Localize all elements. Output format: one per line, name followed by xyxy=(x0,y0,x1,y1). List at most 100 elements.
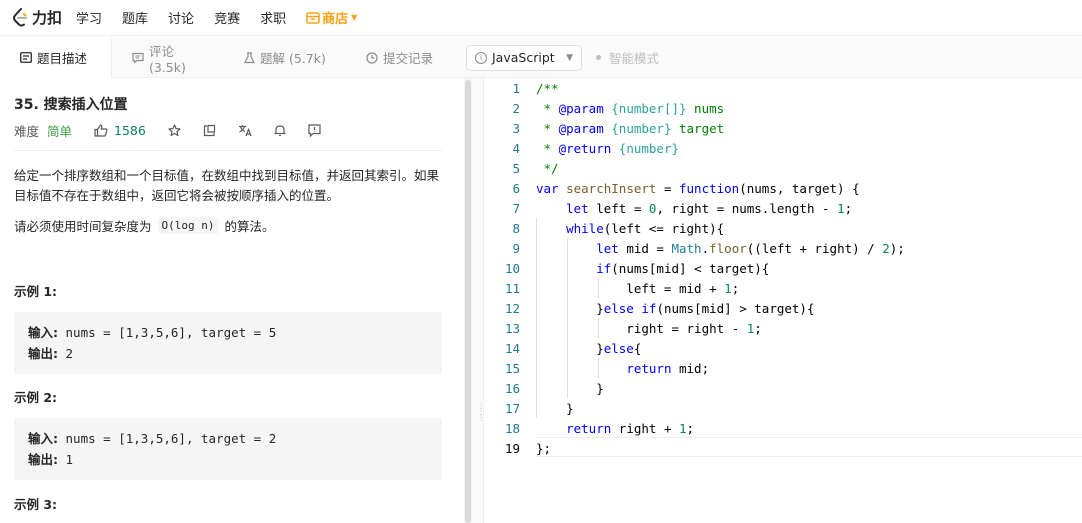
code-line[interactable]: while(left <= right){ xyxy=(536,221,724,236)
example-1-output: 2 xyxy=(65,346,74,361)
pane-splitter[interactable]: ⋮ ⋮ ⋮ xyxy=(472,78,485,523)
current-line-highlight xyxy=(536,437,1082,457)
code-line[interactable]: } xyxy=(536,401,574,416)
nav-item-problems[interactable]: 题库 xyxy=(122,8,148,27)
line-number: 16 xyxy=(504,381,520,396)
problem-statement: 给定一个排序数组和一个目标值，在数组中找到目标值，并返回其索引。如果目标值不存在… xyxy=(14,168,440,203)
nav-item-contest[interactable]: 竞赛 xyxy=(214,8,240,27)
code-line[interactable]: * @return {number} xyxy=(536,141,680,156)
example-2-input: nums = [1,3,5,6], target = 2 xyxy=(65,431,277,446)
like-count: 1586 xyxy=(114,123,146,138)
language-value: JavaScript xyxy=(492,50,555,65)
code-line[interactable]: }; xyxy=(536,441,551,456)
flask-icon xyxy=(244,51,255,64)
line-number: 14 xyxy=(504,341,520,356)
line-number: 6 xyxy=(512,181,520,196)
difficulty-badge: 简单 xyxy=(47,124,73,139)
code-line[interactable]: let left = 0, right = nums.length - 1; xyxy=(536,201,852,216)
tab-submissions-label: 提交记录 xyxy=(383,51,434,66)
feedback-icon[interactable] xyxy=(308,124,321,137)
code-line[interactable]: }else{ xyxy=(536,341,641,356)
complexity-code: O(log n) xyxy=(157,217,219,234)
logo-text: 力扣 xyxy=(32,9,63,27)
code-line[interactable]: return mid; xyxy=(536,361,709,376)
chevron-down-icon: ▼ xyxy=(351,13,358,22)
difficulty-label: 难度 xyxy=(14,124,40,139)
example-1-title: 示例 1: xyxy=(14,284,58,299)
line-number: 4 xyxy=(512,141,520,156)
line-number: 8 xyxy=(512,221,520,236)
code-line[interactable]: */ xyxy=(536,161,559,176)
line-number: 3 xyxy=(512,121,520,136)
code-line[interactable]: let mid = Math.floor((left + right) / 2)… xyxy=(536,241,905,256)
line-number-gutter: 1 2 3 4 5 6 7 8 9 10 11 12 13 14 15 16 17 18 19 xyxy=(484,78,528,523)
input-label: 输入: xyxy=(28,325,58,340)
status-dot xyxy=(596,55,601,60)
code-editor[interactable]: 1 2 3 4 5 6 7 8 9 10 11 12 13 14 15 16 17 18 19 /** * @par… xyxy=(484,78,1082,523)
line-number: 2 xyxy=(512,101,520,116)
example-2-output: 1 xyxy=(65,452,74,467)
code-line[interactable]: } xyxy=(536,381,604,396)
bell-icon[interactable] xyxy=(274,124,286,137)
tab-submissions[interactable]: 提交记录 xyxy=(346,38,476,78)
chevron-down-icon: ▼ xyxy=(566,52,573,63)
output-label: 输出: xyxy=(28,346,58,361)
line-number: 9 xyxy=(512,241,520,256)
nav-item-learn[interactable]: 学习 xyxy=(76,8,102,27)
divider xyxy=(14,150,442,151)
store-icon xyxy=(306,11,320,24)
line-number: 12 xyxy=(504,301,520,316)
problem-meta: 难度 简单 1586 xyxy=(14,121,321,140)
tab-comments[interactable]: 评论 (3.5k) xyxy=(112,38,224,78)
code-line[interactable]: /** xyxy=(536,81,559,96)
code-line[interactable]: var searchInsert = function(nums, target… xyxy=(536,181,860,196)
line-number: 17 xyxy=(504,401,520,416)
line-number: 5 xyxy=(512,161,520,176)
tab-solutions[interactable]: 题解 (5.7k) xyxy=(224,38,346,78)
example-3-title: 示例 3: xyxy=(14,497,58,512)
clock-icon xyxy=(366,51,378,64)
input-label: 输入: xyxy=(28,431,58,446)
smart-mode-label: 智能模式 xyxy=(609,51,660,66)
code-area[interactable]: /** * @param {number[]} nums * @param {n… xyxy=(536,78,1082,523)
smart-mode-toggle[interactable]: 智能模式 xyxy=(596,48,659,67)
code-line[interactable]: return right + 1; xyxy=(536,421,694,436)
example-1-box: 输入: nums = [1,3,5,6], target = 5 输出: 2 xyxy=(14,312,442,374)
info-icon: i xyxy=(475,51,487,64)
line-number: 15 xyxy=(504,361,520,376)
code-line[interactable]: * @param {number} target xyxy=(536,121,725,136)
nav-item-jobs[interactable]: 求职 xyxy=(260,8,286,27)
code-line[interactable]: }else if(nums[mid] > target){ xyxy=(536,301,814,316)
thumbs-up-icon xyxy=(94,124,108,137)
code-line[interactable]: if(nums[mid] < target){ xyxy=(536,261,769,276)
comment-icon xyxy=(132,52,144,64)
output-label: 输出: xyxy=(28,452,58,467)
problem-description-pane: 35. 搜索插入位置 难度 简单 1586 给定一个排序数组和一个目标值，在数组… xyxy=(0,78,464,523)
code-line[interactable]: * @param {number[]} nums xyxy=(536,101,725,116)
complexity-suffix: 的算法。 xyxy=(224,219,275,234)
top-nav: 力扣 学习 题库 讨论 竞赛 求职 商店 ▼ xyxy=(0,0,1082,36)
complexity-requirement: 请必须使用时间复杂度为 O(log n) 的算法。 xyxy=(14,216,275,235)
line-number: 7 xyxy=(512,201,520,216)
tab-description-label: 题目描述 xyxy=(37,51,88,66)
line-number: 1 xyxy=(512,81,520,96)
example-2-box: 输入: nums = [1,3,5,6], target = 2 输出: 1 xyxy=(14,418,442,480)
share-icon[interactable] xyxy=(203,124,216,137)
tab-bar: 题目描述 评论 (3.5k) 题解 (5.7k) 提交记录 i JavaScri… xyxy=(0,37,1082,78)
star-icon[interactable] xyxy=(168,124,181,137)
store-label: 商店 xyxy=(322,12,349,27)
logo[interactable]: 力扣 xyxy=(12,7,62,28)
translate-icon[interactable] xyxy=(238,124,252,137)
code-line[interactable]: right = right - 1; xyxy=(536,321,761,336)
line-number: 10 xyxy=(504,261,520,276)
nav-item-discuss[interactable]: 讨论 xyxy=(168,8,194,27)
line-number: 11 xyxy=(504,281,520,296)
line-number: 19 xyxy=(504,441,520,456)
example-2-title: 示例 2: xyxy=(14,390,58,405)
language-select[interactable]: i JavaScript ▼ xyxy=(466,44,582,71)
nav-item-store[interactable]: 商店 ▼ xyxy=(306,8,357,27)
scrollbar-thumb[interactable] xyxy=(465,80,471,523)
tab-description[interactable]: 题目描述 xyxy=(0,37,112,78)
like-button[interactable]: 1586 xyxy=(94,123,146,138)
code-line[interactable]: left = mid + 1; xyxy=(536,281,739,296)
